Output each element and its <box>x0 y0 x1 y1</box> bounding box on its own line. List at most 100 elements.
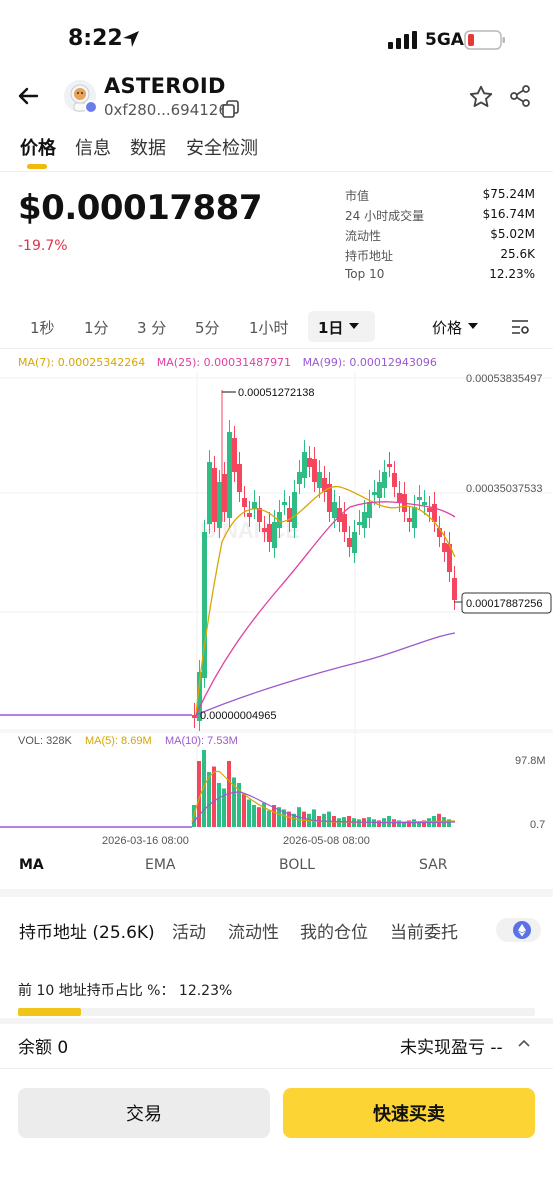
price-change: -19.7% <box>18 238 68 254</box>
chevron-down-icon[interactable] <box>468 322 478 330</box>
candle-body <box>307 458 312 467</box>
vol-tick-bottom: 0.7 <box>530 819 545 831</box>
indicator-sar[interactable]: SAR <box>419 857 447 873</box>
indicator-ema[interactable]: EMA <box>145 857 176 873</box>
interval-3m[interactable]: 3 分 <box>137 317 166 338</box>
candle-body <box>252 502 257 509</box>
indicator-boll[interactable]: BOLL <box>279 857 315 873</box>
indicator-ma[interactable]: MA <box>19 857 44 873</box>
candle-body <box>302 452 307 478</box>
volume-bar <box>447 819 451 827</box>
signal-icon <box>388 31 417 49</box>
candle-body <box>297 472 302 484</box>
candle-body <box>237 464 242 492</box>
candle-body <box>427 508 432 512</box>
tab-liquidity[interactable]: 流动性 <box>228 918 279 943</box>
trade-button[interactable]: 交易 <box>18 1088 270 1138</box>
favorite-star-icon[interactable] <box>468 84 494 110</box>
volume-bar <box>212 766 216 827</box>
volume-bar <box>247 799 251 827</box>
section-gap <box>0 1018 553 1024</box>
share-icon[interactable] <box>508 84 532 108</box>
network-label: 5GA <box>425 30 464 50</box>
tab-security[interactable]: 安全检测 <box>186 134 258 160</box>
volume-bar <box>327 811 331 827</box>
main-tabs: 价格 信息 数据 安全检测 <box>0 134 553 170</box>
unrealized-pnl-text: 未实现盈亏 -- <box>400 1038 503 1058</box>
stat-liquidity: 流动性 $5.02M <box>345 227 535 247</box>
current-price: $0.00017887 <box>18 188 263 228</box>
interval-1d[interactable]: 1日 <box>318 317 343 338</box>
quick-trade-button[interactable]: 快速买卖 <box>283 1088 535 1138</box>
vol-ma5-label: MA(5): 8.69M <box>85 735 152 747</box>
chevron-up-icon[interactable] <box>517 1038 531 1048</box>
volume-bar <box>257 807 261 827</box>
candle-body <box>422 502 427 505</box>
tab-open-orders[interactable]: 当前委托 <box>390 918 458 943</box>
price-type-select[interactable]: 价格 <box>432 317 462 338</box>
interval-1h[interactable]: 1小时 <box>249 317 289 338</box>
candle-body <box>362 512 367 528</box>
stat-value: 25.6K <box>500 247 535 261</box>
location-arrow-icon <box>123 31 139 47</box>
stat-value: $75.24M <box>482 187 535 201</box>
copy-icon[interactable] <box>222 100 239 118</box>
candle-body <box>387 464 392 467</box>
candle-body <box>227 432 232 518</box>
tab-data[interactable]: 数据 <box>130 134 166 160</box>
volume-bar <box>242 794 246 827</box>
status-time: 8:22 <box>68 26 123 51</box>
balance-text: 余额 0 <box>18 1038 69 1058</box>
ethereum-icon[interactable] <box>513 921 531 939</box>
stat-label: Top 10 <box>345 267 385 281</box>
tab-price[interactable]: 价格 <box>20 134 56 160</box>
chart-settings-icon[interactable] <box>510 317 530 337</box>
candle-body <box>347 538 352 547</box>
battery-icon <box>464 30 505 50</box>
stat-value: 12.23% <box>489 267 535 281</box>
back-arrow-icon[interactable] <box>16 84 40 108</box>
volume-bars <box>0 750 451 828</box>
x-label-1: 2026-03-16 08:00 <box>102 835 189 847</box>
stat-top10: Top 10 12.23% <box>345 267 535 287</box>
chevron-down-icon[interactable] <box>349 322 359 330</box>
holder-tabs: 持币地址 (25.6K) 活动 流动性 我的仓位 当前委托 <box>0 918 553 946</box>
vol-label: VOL: 328K <box>18 735 72 747</box>
interval-1s[interactable]: 1秒 <box>30 317 55 338</box>
divider <box>0 171 553 172</box>
vol-tick-top: 97.8M <box>515 755 546 767</box>
candle-body <box>342 514 347 532</box>
volume-bar <box>267 810 271 827</box>
interval-1m[interactable]: 1分 <box>84 317 109 338</box>
candle-body <box>357 522 362 525</box>
candle-body <box>267 524 272 542</box>
stat-label: 24 小时成交量 <box>345 209 425 223</box>
volume-bar <box>372 819 376 827</box>
stats-panel: 市值 $75.24M 24 小时成交量 $16.74M 流动性 $5.02M 持币地址… <box>345 187 535 287</box>
candle-body <box>332 502 337 518</box>
ma25-label: MA(25): 0.00031487971 <box>156 356 292 369</box>
candle-body <box>412 507 417 528</box>
high-price-label: 0.00051272138 <box>238 387 314 399</box>
candle-body <box>452 578 457 600</box>
stat-label: 流动性 <box>345 229 382 243</box>
candle-body <box>442 543 447 552</box>
top10-progress-fill <box>18 1008 81 1016</box>
token-address: 0xf280...694126 <box>104 101 228 119</box>
interval-selector: 1秒 1分 3 分 5分 1小时 1日 价格 <box>0 311 553 343</box>
candle-body <box>217 482 222 528</box>
tab-info[interactable]: 信息 <box>75 134 111 160</box>
stat-label: 持币地址 <box>345 249 394 263</box>
candle-body <box>372 492 377 495</box>
y-tick-top: 0.00053835497 <box>466 373 542 385</box>
chain-badge-icon <box>84 100 98 114</box>
active-tab-indicator <box>27 164 47 169</box>
candle-body <box>407 518 412 522</box>
interval-5m[interactable]: 5分 <box>195 317 220 338</box>
price-chart[interactable]: BINANCE 0.00053835497 0.00035037533 0.00… <box>0 372 553 847</box>
tab-activity[interactable]: 活动 <box>172 918 206 943</box>
tab-my-position[interactable]: 我的仓位 <box>300 918 368 943</box>
volume-bar <box>322 813 326 827</box>
candle-body <box>317 472 322 488</box>
tab-holders[interactable]: 持币地址 (25.6K) <box>19 918 155 943</box>
